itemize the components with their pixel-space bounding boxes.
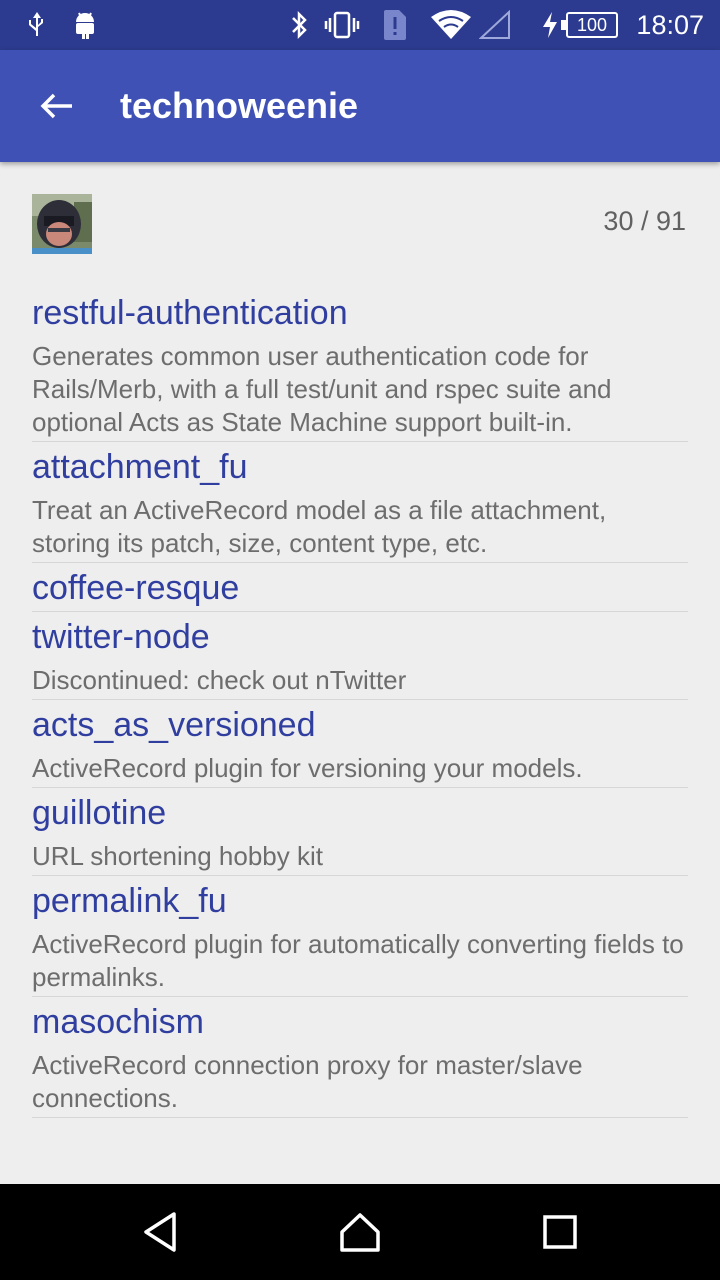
list-item[interactable]: attachment_fu Treat an ActiveRecord mode…	[32, 442, 688, 563]
repo-name[interactable]: attachment_fu	[32, 444, 688, 490]
list-item[interactable]: acts_as_versioned ActiveRecord plugin fo…	[32, 700, 688, 788]
app-bar: technoweenie	[0, 50, 720, 162]
repo-list: restful-authentication Generates common …	[32, 288, 688, 1118]
recents-icon	[543, 1215, 577, 1249]
list-item[interactable]: permalink_fu ActiveRecord plugin for aut…	[32, 876, 688, 997]
back-button[interactable]	[28, 78, 84, 134]
repo-name[interactable]: masochism	[32, 999, 688, 1045]
list-item[interactable]: masochism ActiveRecord connection proxy …	[32, 997, 688, 1118]
repo-counter: 30 / 91	[603, 206, 686, 236]
repo-description: Discontinued: check out nTwitter	[32, 665, 407, 695]
avatar[interactable]	[32, 194, 92, 254]
bluetooth-icon	[286, 0, 312, 50]
android-icon	[70, 0, 100, 50]
list-item[interactable]: restful-authentication Generates common …	[32, 288, 688, 442]
vibrate-icon	[322, 0, 362, 50]
back-triangle-icon	[144, 1212, 176, 1252]
repo-name[interactable]: permalink_fu	[32, 878, 688, 924]
repo-description: URL shortening hobby kit	[32, 841, 323, 871]
repo-description: Generates common user authentication cod…	[32, 341, 612, 437]
signal-icon	[478, 0, 512, 50]
repo-name[interactable]: coffee-resque	[32, 565, 688, 611]
system-nav-bar	[0, 1184, 720, 1280]
nav-recents-button[interactable]	[530, 1202, 590, 1262]
page-title: technoweenie	[120, 85, 359, 126]
list-item[interactable]: guillotine URL shortening hobby kit	[32, 788, 688, 876]
status-time: 18:07	[636, 10, 704, 40]
status-bar: 100 18:07	[0, 0, 720, 50]
repo-name[interactable]: restful-authentication	[32, 290, 688, 336]
wifi-icon	[430, 0, 472, 50]
repo-description: ActiveRecord connection proxy for master…	[32, 1050, 583, 1113]
list-item[interactable]: twitter-node Discontinued: check out nTw…	[32, 612, 688, 700]
sim-alert-icon	[380, 0, 410, 50]
repo-list-screen: 30 / 91 restful-authentication Generates…	[0, 162, 720, 1152]
list-item[interactable]: coffee-resque	[32, 563, 688, 612]
repo-name[interactable]: guillotine	[32, 790, 688, 836]
charging-icon	[538, 0, 562, 50]
nav-back-button[interactable]	[130, 1202, 190, 1262]
nav-home-button[interactable]	[330, 1202, 390, 1262]
arrow-left-icon	[40, 93, 72, 119]
repo-name[interactable]: acts_as_versioned	[32, 702, 688, 748]
battery-icon: 100	[561, 12, 618, 38]
repo-description: ActiveRecord plugin for versioning your …	[32, 753, 583, 783]
home-icon	[340, 1213, 380, 1252]
usb-icon	[22, 0, 52, 50]
repo-description: Treat an ActiveRecord model as a file at…	[32, 495, 607, 558]
repo-description: ActiveRecord plugin for automatically co…	[32, 929, 684, 992]
repo-name[interactable]: twitter-node	[32, 614, 688, 660]
